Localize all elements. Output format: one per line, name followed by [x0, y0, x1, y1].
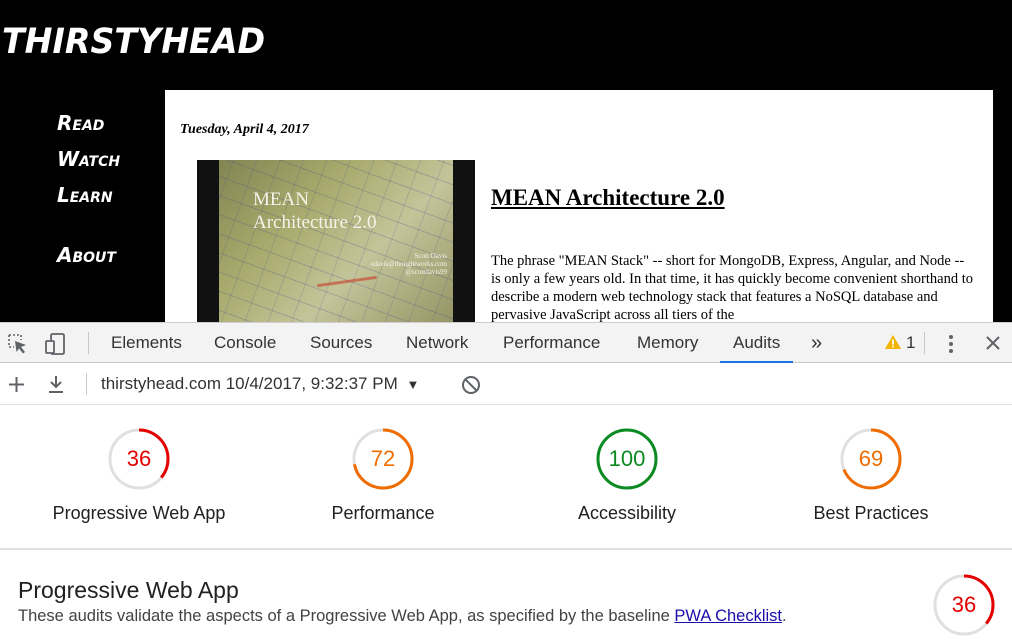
close-icon[interactable]: [985, 335, 1001, 356]
section-desc-suffix: .: [782, 607, 787, 625]
image-title-line1: MEAN: [253, 189, 309, 210]
toolbar-separator: [86, 373, 87, 395]
gauge-label: Progressive Web App: [52, 503, 226, 523]
warning-count[interactable]: 1: [906, 323, 915, 363]
nav-watch[interactable]: Watch: [57, 147, 120, 171]
download-icon[interactable]: [47, 375, 65, 399]
kebab-menu-icon[interactable]: [946, 333, 956, 360]
tab-elements[interactable]: Elements: [111, 323, 182, 363]
gauge: 36: [107, 427, 171, 491]
nav-learn[interactable]: Learn: [57, 183, 113, 207]
score-best-practices[interactable]: 69 Best Practices: [781, 427, 961, 524]
report-select[interactable]: thirstyhead.com 10/4/2017, 9:32:37 PM ▼: [101, 363, 419, 405]
more-tabs-icon[interactable]: »: [811, 323, 822, 363]
devtools-panel: Elements Console Sources Network Perform…: [0, 322, 1012, 642]
gauge-score: 36: [126, 446, 152, 471]
clear-icon[interactable]: [461, 375, 481, 400]
tab-sources[interactable]: Sources: [310, 323, 372, 363]
image-author-name: Scott Davis: [414, 252, 447, 260]
website-viewport: THIRSTYHEAD Read Watch Learn About Tuesd…: [0, 0, 1012, 322]
tab-audits[interactable]: Audits: [720, 323, 794, 363]
image-frame: [197, 160, 475, 322]
device-toolbar-icon[interactable]: [44, 332, 68, 361]
section-title: Progressive Web App: [18, 577, 239, 603]
tabbar-separator: [88, 332, 89, 354]
post-image[interactable]: MEAN Architecture 2.0 Scott Davis sdavis…: [197, 160, 475, 322]
gauge: 100: [595, 427, 659, 491]
section-divider: [0, 548, 1012, 550]
warning-icon[interactable]: [884, 334, 902, 355]
section-desc-text: These audits validate the aspects of a P…: [18, 607, 675, 625]
score-performance[interactable]: 72 Performance: [293, 427, 473, 524]
triangle-down-icon: ▼: [406, 377, 420, 392]
tab-network[interactable]: Network: [406, 323, 468, 363]
plus-icon[interactable]: [8, 376, 25, 398]
image-author-handle: @scottdavis99: [405, 268, 447, 276]
inspect-element-icon[interactable]: [7, 333, 29, 360]
score-pwa[interactable]: 36 Progressive Web App: [49, 427, 229, 524]
gauge-label: Accessibility: [577, 503, 677, 523]
image-title: MEAN Architecture 2.0: [253, 188, 376, 234]
section-score: 36: [951, 592, 977, 617]
site-title[interactable]: THIRSTYHEAD: [2, 22, 265, 62]
audits-toolbar: thirstyhead.com 10/4/2017, 9:32:37 PM ▼: [0, 363, 1012, 405]
content-area: Tuesday, April 4, 2017 MEAN Architecture…: [165, 90, 993, 322]
gauge: 69: [839, 427, 903, 491]
gauge-score: 100: [608, 446, 646, 471]
section-score-gauge[interactable]: 36: [932, 573, 996, 637]
gauge-score: 72: [370, 446, 396, 471]
post-body: The phrase "MEAN Stack" -- short for Mon…: [491, 253, 974, 322]
post-heading-link[interactable]: MEAN Architecture 2.0: [491, 185, 725, 211]
image-title-line2: Architecture 2.0: [253, 212, 377, 233]
pwa-checklist-link[interactable]: PWA Checklist: [674, 607, 782, 625]
gauge-label: Best Practices: [813, 503, 929, 523]
gauge-score: 69: [858, 446, 884, 471]
image-author-email: sdavis@thoughtworks.com: [370, 260, 447, 268]
nav-read[interactable]: Read: [57, 111, 104, 135]
tab-performance[interactable]: Performance: [503, 323, 600, 363]
report-select-label: thirstyhead.com 10/4/2017, 9:32:37 PM: [101, 374, 398, 393]
tab-memory[interactable]: Memory: [637, 323, 698, 363]
devtools-tabbar: Elements Console Sources Network Perform…: [0, 323, 1012, 363]
image-author: Scott Davis sdavis@thoughtworks.com @sco…: [367, 252, 447, 276]
nav-about[interactable]: About: [57, 243, 116, 267]
score-accessibility[interactable]: 100 Accessibility: [537, 427, 717, 524]
post-date: Tuesday, April 4, 2017: [180, 122, 309, 137]
gauge-label: Performance: [331, 503, 435, 523]
section-description: These audits validate the aspects of a P…: [18, 607, 787, 626]
tabbar-separator-right: [924, 332, 925, 354]
gauge: 72: [351, 427, 415, 491]
tab-console[interactable]: Console: [214, 323, 276, 363]
